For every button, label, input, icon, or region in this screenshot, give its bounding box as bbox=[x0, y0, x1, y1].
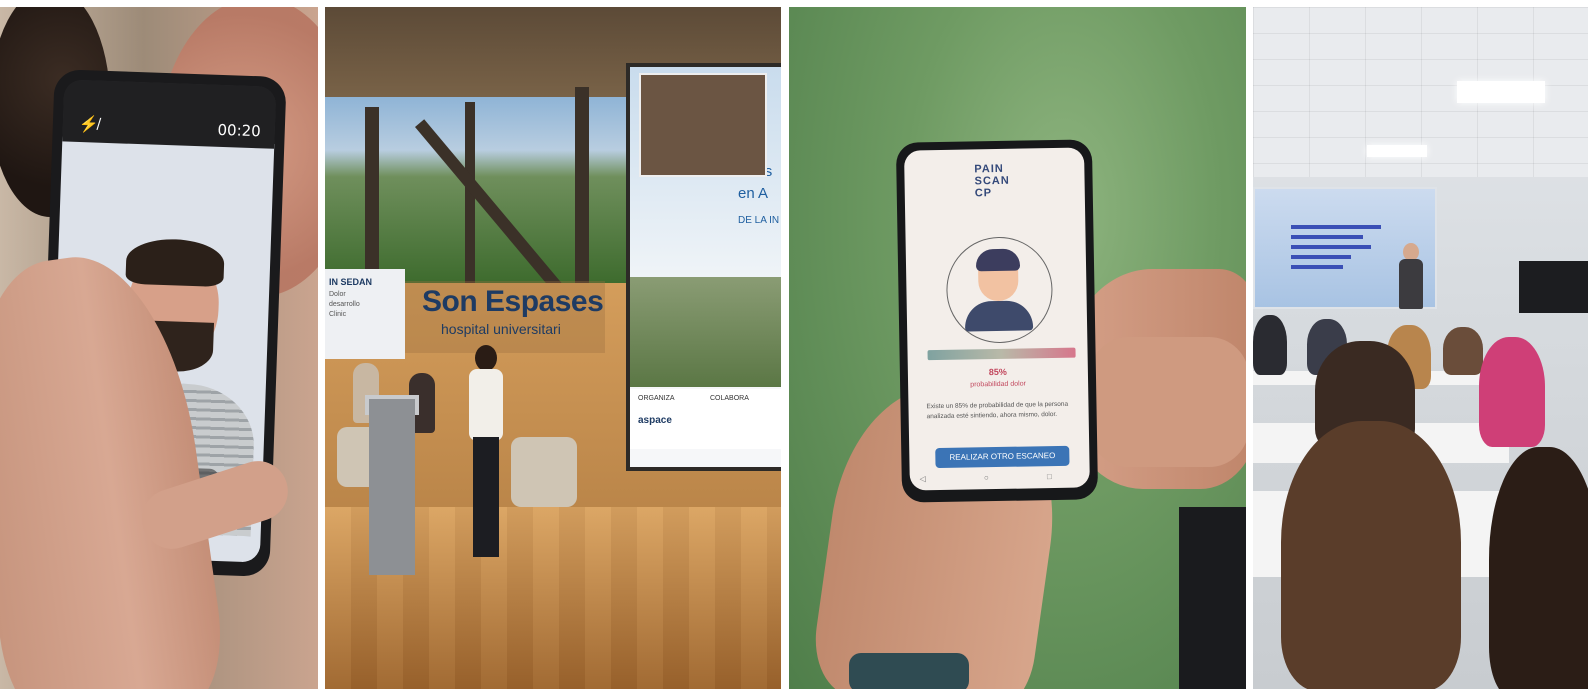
window-beam bbox=[365, 107, 379, 285]
rescan-button[interactable]: REALIZAR OTRO ESCANEO bbox=[935, 445, 1070, 469]
window-beam bbox=[575, 87, 589, 287]
smartphone: PAIN SCAN CP 85% probabilidad dolor Exis… bbox=[895, 139, 1099, 503]
screen-sponsors: ORGANIZA COLABORA aspace bbox=[630, 389, 781, 449]
logo-line: PAIN bbox=[974, 162, 1004, 176]
logo-line: CP bbox=[974, 187, 993, 200]
fingers bbox=[1089, 337, 1246, 467]
presenter bbox=[1397, 243, 1425, 313]
ceiling-light bbox=[1367, 145, 1427, 157]
speaker bbox=[465, 345, 505, 565]
speaker-trousers bbox=[473, 437, 499, 557]
side-banner: IN SEDAN Dolor desarrollo Clinic bbox=[325, 269, 405, 359]
sleeve bbox=[1179, 507, 1246, 689]
organizer-logo: aspace bbox=[638, 415, 672, 426]
speaker-head bbox=[475, 345, 497, 371]
speaker-shirt bbox=[469, 369, 503, 441]
screen-line: en A bbox=[738, 185, 769, 202]
student bbox=[1489, 447, 1588, 689]
watch-band bbox=[849, 653, 969, 689]
venue-sign-subtitle: hospital universitari bbox=[441, 321, 561, 337]
banner-title: IN SEDAN bbox=[329, 277, 373, 287]
ceiling-light bbox=[1457, 81, 1545, 103]
phone-recording-photo: ⚡̸ 00:20 1x bbox=[0, 7, 318, 689]
wall-tv bbox=[1519, 261, 1588, 313]
pain-meter bbox=[927, 347, 1076, 361]
android-nav-bar[interactable]: ◁ ○ □ bbox=[910, 471, 1090, 486]
logo-line: SCAN bbox=[974, 174, 1010, 188]
painscan-logo: PAIN SCAN CP bbox=[974, 163, 1010, 200]
recording-timer: 00:20 bbox=[217, 120, 262, 141]
painscan-phone-photo: PAIN SCAN CP 85% probabilidad dolor Exis… bbox=[789, 7, 1246, 689]
subject-hair bbox=[125, 237, 225, 288]
screen-bar bbox=[1291, 235, 1363, 239]
venue-sign-title: Son Espases bbox=[422, 285, 604, 318]
app-screen: PAIN SCAN CP 85% probabilidad dolor Exis… bbox=[904, 147, 1090, 491]
screen-bar bbox=[1291, 265, 1343, 269]
student bbox=[1443, 327, 1483, 375]
banner-line: Dolor bbox=[329, 291, 346, 298]
screen-bar bbox=[1291, 245, 1371, 249]
result-description: Existe un 85% de probabilidad de que la … bbox=[926, 400, 1069, 421]
video-inset bbox=[639, 73, 767, 177]
lounge-chair bbox=[511, 437, 577, 507]
conference-photo: IN SEDAN Dolor desarrollo Clinic Son Esp… bbox=[325, 7, 781, 689]
screen-landscape bbox=[630, 277, 781, 387]
classroom-photo bbox=[1253, 7, 1588, 689]
screen-small-text: DE LA IN bbox=[738, 215, 780, 226]
pain-label: probabilidad dolor bbox=[970, 380, 1026, 389]
flash-off-icon[interactable]: ⚡̸ bbox=[79, 114, 100, 135]
pain-percentage: 85% bbox=[988, 366, 1007, 378]
organizer-label: ORGANIZA bbox=[638, 395, 675, 402]
collaborator-label: COLABORA bbox=[710, 395, 749, 402]
presenter-body bbox=[1399, 259, 1423, 309]
screen-bar bbox=[1291, 255, 1351, 259]
screen-bar bbox=[1291, 225, 1381, 229]
student bbox=[1479, 337, 1545, 447]
podium bbox=[369, 399, 415, 575]
student bbox=[1253, 315, 1287, 375]
banner-line: desarrollo bbox=[329, 301, 360, 308]
student bbox=[1281, 421, 1461, 689]
avatar-hair bbox=[975, 248, 1021, 272]
banner-line: Clinic bbox=[329, 311, 347, 318]
photo-collage: ⚡̸ 00:20 1x IN SEDAN Dolor de bbox=[0, 0, 1588, 696]
